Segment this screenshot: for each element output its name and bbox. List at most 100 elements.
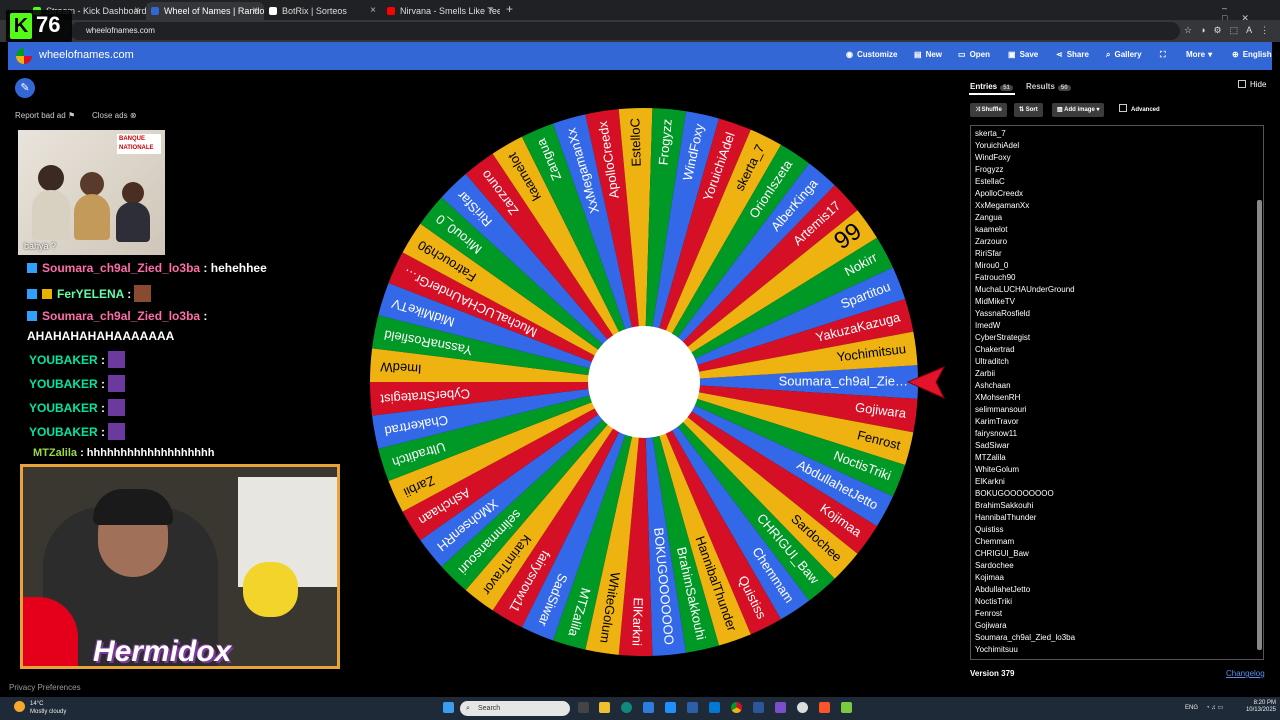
- site-header: wheelofnames.com ◉ Customize ▤ New ▭ Open ▣…: [8, 42, 1272, 70]
- document-icon: ▤: [914, 50, 922, 59]
- active-tab-indicator: [969, 93, 1015, 95]
- entry-item: MTZalila: [975, 453, 1006, 462]
- sort-label: Sort: [1025, 107, 1038, 113]
- entry-item: WindFoxy: [975, 153, 1011, 162]
- chat-text: :: [200, 309, 208, 323]
- entry-item: Soumara_ch9al_Zied_lo3ba: [975, 633, 1076, 642]
- word-icon[interactable]: [753, 702, 764, 713]
- tab-botrix[interactable]: BotRix | Sorteos ×: [264, 2, 382, 20]
- advertisement-image[interactable]: BANQUE NATIONALE bahya ?: [18, 130, 165, 255]
- file-explorer-icon[interactable]: [599, 702, 610, 713]
- entry-item: YassnaRosfield: [975, 309, 1030, 318]
- fullscreen-button[interactable]: ⛶: [1160, 50, 1170, 60]
- share-button[interactable]: ⋖ Share: [1056, 50, 1089, 59]
- store-icon[interactable]: [643, 702, 654, 713]
- entry-item: Chakertrad: [975, 345, 1015, 354]
- chat-text: :: [97, 353, 106, 367]
- taskbar-search[interactable]: ⌕ Search: [460, 701, 570, 716]
- site-title[interactable]: wheelofnames.com: [39, 49, 134, 61]
- new-tab-icon[interactable]: +: [506, 2, 513, 16]
- gallery-button[interactable]: ⌕ Gallery: [1106, 50, 1142, 60]
- address-bar[interactable]: wheelofnames.com: [70, 22, 1180, 40]
- chat-username[interactable]: YOUBAKER: [29, 377, 98, 391]
- scrollbar[interactable]: [1257, 200, 1262, 650]
- hide-checkbox[interactable]: Hide: [1238, 80, 1266, 89]
- close-icon[interactable]: ×: [252, 2, 258, 20]
- kick-logo: K: [10, 13, 32, 39]
- chat-username[interactable]: YOUBAKER: [29, 353, 98, 367]
- add-image-button[interactable]: ▨ Add image ▾: [1052, 103, 1105, 117]
- badge-icon: [27, 263, 37, 273]
- chat-username[interactable]: Soumara_ch9al_Zied_lo3ba: [42, 261, 200, 275]
- wheel-logo-icon: [16, 48, 32, 64]
- edit-pencil-icon[interactable]: ✎: [15, 78, 35, 98]
- shuffle-label: Shuffle: [981, 107, 1002, 113]
- weather-widget[interactable]: 14°C Mostly cloudy: [14, 700, 66, 716]
- chat-username[interactable]: MTZalila: [33, 447, 77, 459]
- changelog-link[interactable]: Changelog: [1226, 669, 1265, 678]
- chrome-icon[interactable]: [731, 702, 742, 713]
- report-ad-link[interactable]: Report bad ad ⚑: [15, 111, 75, 120]
- app-icon[interactable]: [841, 702, 852, 713]
- edge-icon[interactable]: [621, 702, 632, 713]
- entry-item: Fenrost: [975, 609, 1003, 618]
- pikachu-plush: [243, 562, 298, 617]
- chat-username[interactable]: YOUBAKER: [29, 425, 98, 439]
- tab-youtube-nirvana[interactable]: Nirvana - Smells Like Teen Spirit×: [382, 2, 500, 20]
- privacy-preferences-link[interactable]: Privacy Preferences: [9, 683, 81, 692]
- youtube-favicon-icon: [387, 7, 395, 15]
- sort-button[interactable]: ⇅ Sort: [1014, 103, 1043, 117]
- clock[interactable]: 8:20 PM 10/13/2025: [1244, 700, 1276, 714]
- entry-item: MuchaLUCHAUnderGround: [975, 285, 1075, 294]
- wheel-center[interactable]: [588, 326, 700, 438]
- entries-textarea[interactable]: skerta_7 YoruichiAdel WindFoxy Frogyzz Estel…: [970, 125, 1264, 660]
- close-icon[interactable]: ×: [488, 2, 494, 20]
- close-ads-link[interactable]: Close ads ⊗: [92, 111, 137, 120]
- brave-icon[interactable]: [819, 702, 830, 713]
- customize-button[interactable]: ◉ Customize: [846, 50, 897, 59]
- chat-message: FerYELENA :: [27, 285, 152, 302]
- badge-icon: [27, 289, 37, 299]
- kick-viewer-overlay: K 76: [6, 10, 72, 42]
- tab-results[interactable]: Results 50: [1026, 82, 1071, 91]
- tab-entries[interactable]: Entries 51: [970, 82, 1013, 91]
- nav-label: More: [1186, 50, 1206, 59]
- tab-label: BotRix | Sorteos: [282, 6, 347, 16]
- app-icon[interactable]: [687, 702, 698, 713]
- app-icon[interactable]: [797, 702, 808, 713]
- chat-username[interactable]: FerYELENA: [57, 287, 124, 301]
- app-icon[interactable]: [775, 702, 786, 713]
- flag-icon: ⚑: [67, 111, 76, 120]
- browser-toolbar-icons[interactable]: ☆◑⚙⬚A⋮: [1184, 25, 1277, 36]
- task-view-icon[interactable]: [578, 702, 589, 713]
- advanced-checkbox[interactable]: Advanced: [1114, 103, 1165, 117]
- more-button[interactable]: More ▾: [1186, 50, 1216, 59]
- chat-username[interactable]: YOUBAKER: [29, 401, 98, 415]
- open-button[interactable]: ▭ Open: [958, 50, 990, 59]
- app-icon[interactable]: [665, 702, 676, 713]
- nav-label: Customize: [856, 50, 898, 59]
- chat-username[interactable]: Soumara_ch9al_Zied_lo3ba: [42, 309, 200, 323]
- shuffle-button[interactable]: ⤨ Shuffle: [970, 103, 1007, 117]
- start-icon[interactable]: [443, 702, 454, 713]
- entry-item: kaamelot: [975, 225, 1008, 234]
- entry-item: BOKUGOOOOOOOO: [975, 489, 1054, 498]
- tab-wheel-of-names[interactable]: Wheel of Names | Random name×: [146, 2, 264, 20]
- spin-wheel[interactable]: Soumara_ch9al_Zie…GojiwaraFenrostNoctisT…: [370, 105, 918, 660]
- badge-icon: [27, 311, 37, 321]
- folder-icon: ▭: [958, 50, 966, 59]
- entry-item: BrahimSakkouhi: [975, 501, 1034, 510]
- outlook-icon[interactable]: [709, 702, 720, 713]
- chat-message: YOUBAKER :: [29, 351, 126, 368]
- system-tray[interactable]: ENG ◔ ♫ ▭: [1185, 704, 1223, 711]
- close-icon[interactable]: ×: [370, 2, 376, 20]
- language-button[interactable]: ⊕ English: [1232, 50, 1272, 59]
- crown-icon: [42, 289, 52, 299]
- ad-person: [38, 165, 64, 191]
- chat-message: MTZalila : hhhhhhhhhhhhhhhhhhh: [33, 447, 214, 459]
- close-icon[interactable]: ×: [134, 2, 140, 20]
- ad-person: [80, 172, 104, 196]
- save-button[interactable]: ▣ Save: [1008, 50, 1038, 59]
- chat-message: YOUBAKER :: [29, 375, 126, 392]
- new-button[interactable]: ▤ New: [914, 50, 942, 59]
